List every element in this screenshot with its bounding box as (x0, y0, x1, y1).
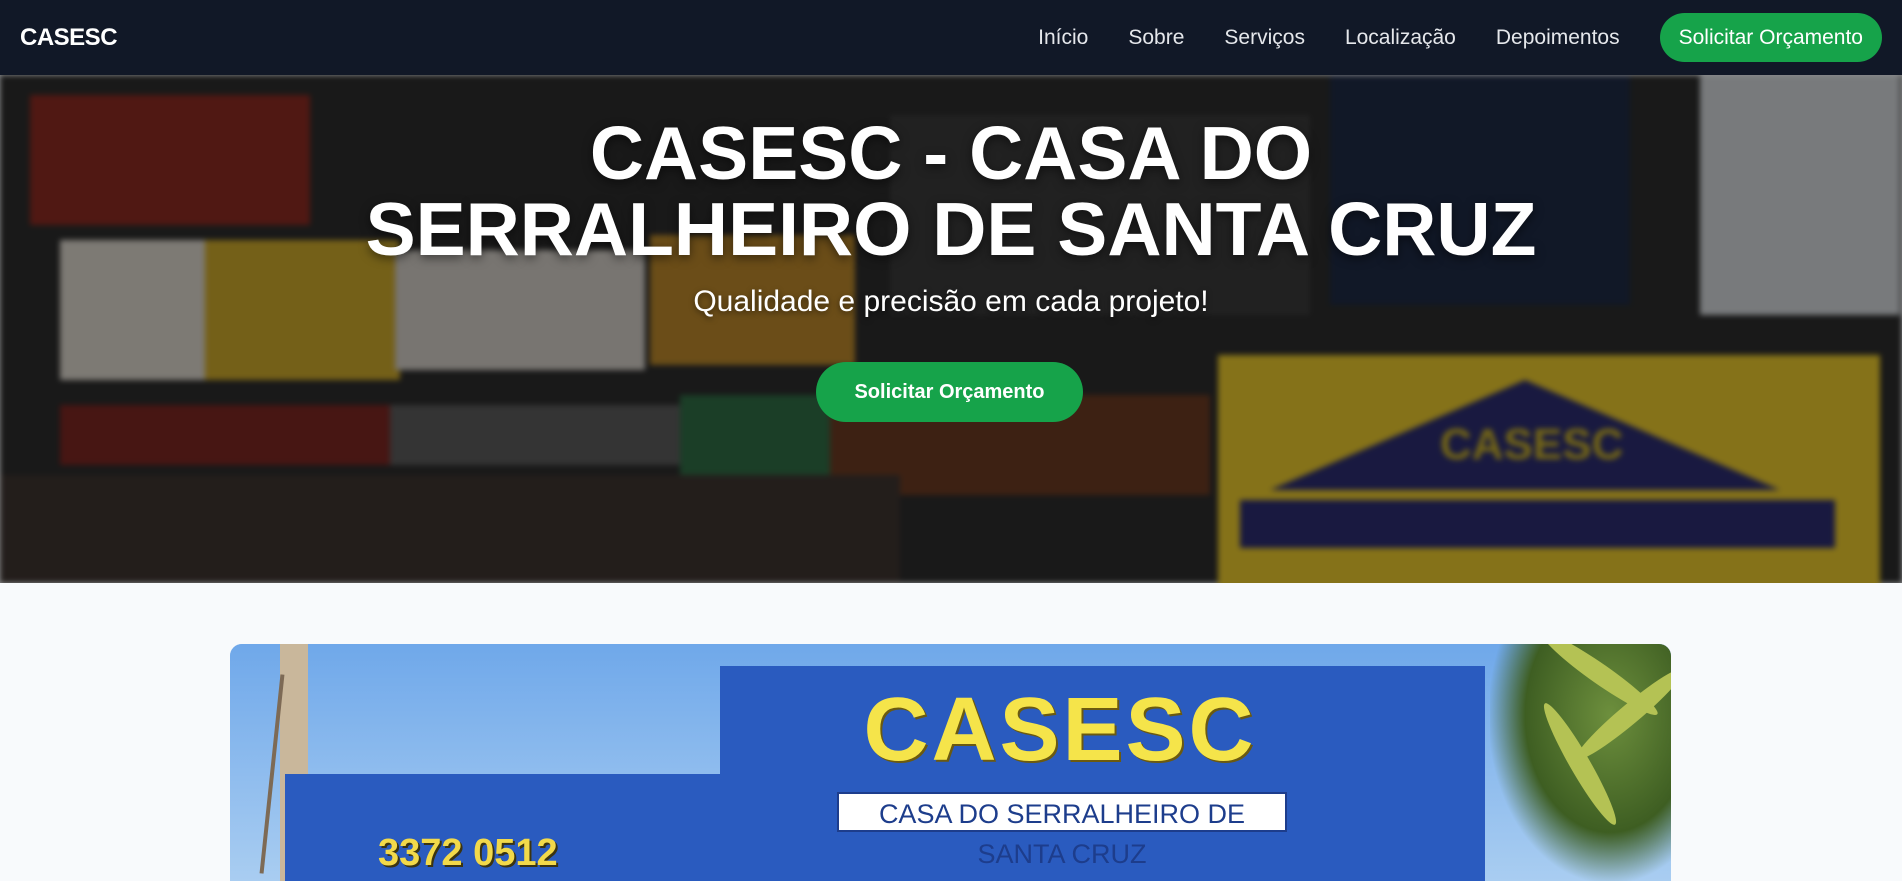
palm-tree (1490, 644, 1671, 881)
hero-title: CASESC - CASA DO SERRALHEIRO DE SANTA CR… (365, 111, 1537, 271)
nav-quote-button[interactable]: Solicitar Orçamento (1659, 13, 1882, 62)
nav-link-depoimentos[interactable]: Depoimentos (1496, 26, 1620, 50)
hero-section: CASESC CASESC - CASA DO SERRALHEIRO DE S… (0, 75, 1902, 583)
nav-link-localizacao[interactable]: Localização (1345, 26, 1456, 50)
storefront-phone: 3372 0512 (378, 832, 558, 874)
storefront-logo: CASESC (863, 680, 1257, 780)
brand-logo[interactable]: CASESC (20, 24, 118, 52)
hero-quote-button[interactable]: Solicitar Orçamento (816, 362, 1083, 422)
nav-link-servicos[interactable]: Serviços (1224, 26, 1305, 50)
nav-link-sobre[interactable]: Sobre (1128, 26, 1184, 50)
storefront-image: CASESC CASA DO SERRALHEIRO DE SANTA CRUZ… (230, 644, 1671, 881)
navbar: CASESC Início Sobre Serviços Localização… (0, 0, 1902, 75)
nav-links: Início Sobre Serviços Localização Depoim… (998, 13, 1882, 62)
storefront-plate: CASA DO SERRALHEIRO DE SANTA CRUZ (837, 792, 1287, 869)
hero-subtitle: Qualidade e precisão em cada projeto! (693, 285, 1209, 318)
nav-link-inicio[interactable]: Início (1038, 26, 1088, 50)
hero-content: CASESC - CASA DO SERRALHEIRO DE SANTA CR… (0, 75, 1902, 583)
